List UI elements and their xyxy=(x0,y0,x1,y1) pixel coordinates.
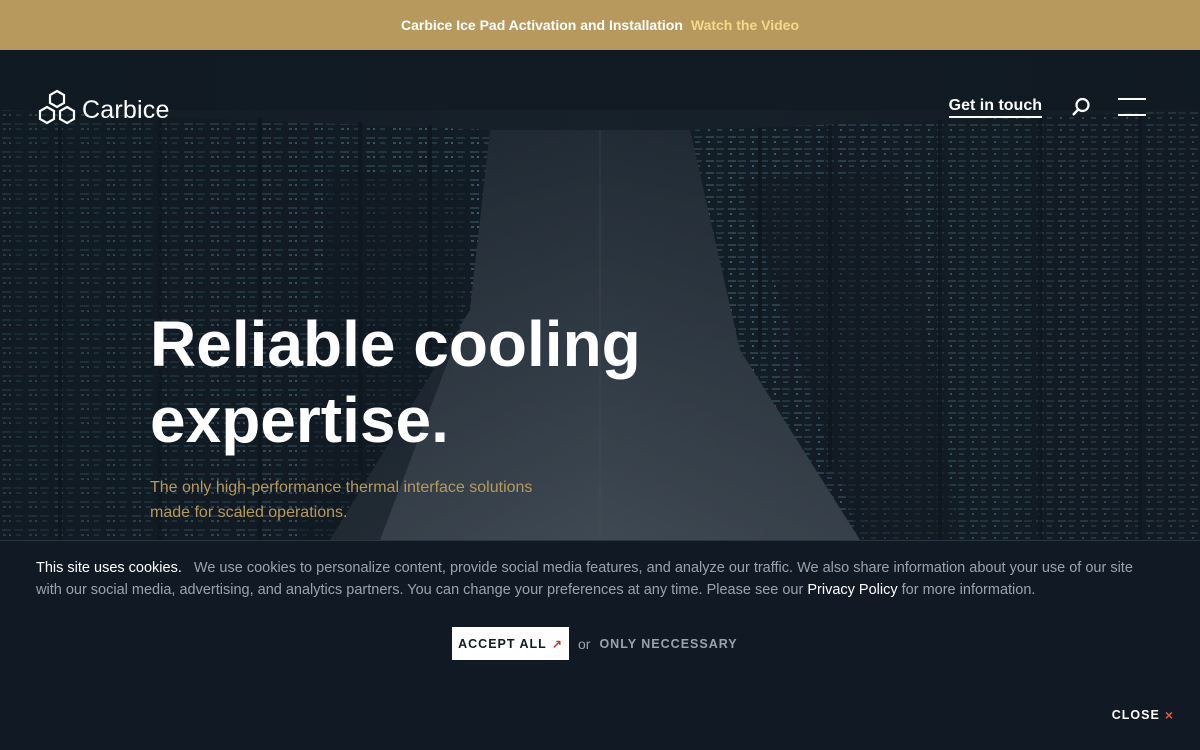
cookie-actions: ACCEPT ALL ↗ or ONLY NECCESSARY xyxy=(452,627,738,660)
close-cookie-button[interactable]: CLOSE × xyxy=(1112,707,1174,723)
subtext-line-2: made for scaled operations. xyxy=(150,504,348,521)
cookie-lead: This site uses cookies. xyxy=(36,560,182,576)
watch-video-link[interactable]: Watch the Video xyxy=(691,17,799,33)
cookie-message: This site uses cookies. We use cookies t… xyxy=(36,557,1146,601)
hero-headline: Reliable cooling expertise. xyxy=(150,306,790,458)
or-separator: or xyxy=(578,635,591,652)
headline-line-2: expertise. xyxy=(150,384,449,456)
search-icon xyxy=(1072,97,1090,116)
subtext-line-1: The only high-performance thermal interf… xyxy=(150,479,533,496)
only-necessary-button[interactable]: ONLY NECCESSARY xyxy=(599,637,737,651)
close-x-icon: × xyxy=(1164,707,1174,723)
get-in-touch-link[interactable]: Get in touch xyxy=(948,97,1042,118)
cookie-tail: for more information. xyxy=(901,582,1036,598)
data-center-background-image xyxy=(0,50,1200,540)
hero-section xyxy=(0,50,1200,540)
accept-all-label: ACCEPT ALL xyxy=(458,636,547,651)
arrow-up-right-icon: ↗ xyxy=(551,636,563,651)
close-label: CLOSE xyxy=(1111,708,1160,722)
search-button[interactable] xyxy=(1070,96,1092,118)
hamburger-menu-icon[interactable] xyxy=(1118,98,1146,116)
cookie-banner: This site uses cookies. We use cookies t… xyxy=(0,540,1200,750)
hexagon-cluster-logo-icon xyxy=(38,89,76,125)
accept-all-button[interactable]: ACCEPT ALL ↗ xyxy=(452,627,569,660)
announcement-bar: Carbice Ice Pad Activation and Installat… xyxy=(0,0,1200,50)
carbice-logo[interactable]: Carbice xyxy=(36,89,170,131)
header-nav: Get in touch xyxy=(948,96,1146,118)
hero-subtext: The only high-performance thermal interf… xyxy=(150,475,570,525)
privacy-policy-link[interactable]: Privacy Policy xyxy=(807,582,897,598)
logo-wordmark: Carbice xyxy=(82,95,170,124)
headline-line-1: Reliable cooling xyxy=(150,308,641,380)
announcement-text: Carbice Ice Pad Activation and Installat… xyxy=(400,17,683,33)
